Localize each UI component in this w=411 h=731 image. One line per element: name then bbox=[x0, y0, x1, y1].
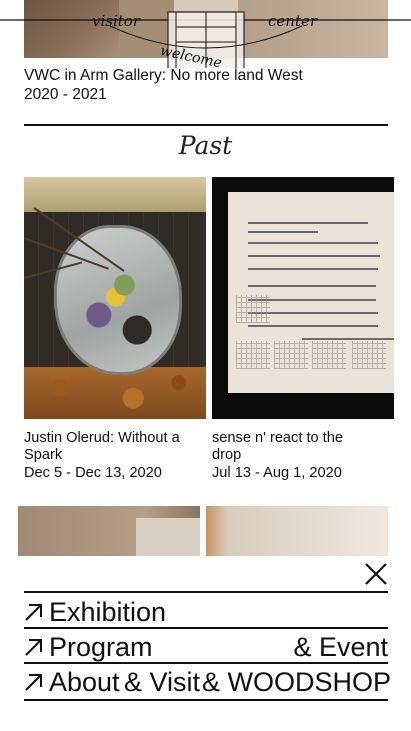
menu-item-exhibition[interactable]: Exhibition bbox=[24, 595, 388, 629]
site-logo[interactable]: visitor center welcome bbox=[0, 0, 411, 68]
exhibition-dates: Jul 13 - Aug 1, 2020 bbox=[212, 465, 342, 481]
exhibition-thumbnail[interactable] bbox=[24, 177, 206, 419]
arrow-up-right-icon bbox=[25, 604, 42, 621]
current-exhibition-link[interactable]: VWC in Arm Gallery: No more land West 20… bbox=[24, 66, 388, 104]
exhibition-dates: Dec 5 - Dec 13, 2020 bbox=[24, 465, 162, 481]
section-heading: Past bbox=[178, 131, 233, 160]
current-exhibition-title: VWC in Arm Gallery: No more land West bbox=[24, 67, 303, 84]
exhibition-title-line: sense n' react to the bbox=[212, 430, 343, 446]
menu-divider bbox=[24, 591, 388, 593]
menu-item-extra-label: & Visit bbox=[124, 667, 201, 697]
exhibition-card[interactable]: Justin Olerud: Without a Spark Dec 5 - D… bbox=[24, 177, 206, 482]
exhibition-title: sense n' react to the drop bbox=[212, 430, 394, 464]
exhibition-title-line: Spark bbox=[24, 447, 63, 463]
menu-divider bbox=[24, 627, 388, 629]
exhibition-title: Justin Olerud: Without a Spark bbox=[24, 430, 206, 464]
menu-divider bbox=[24, 662, 388, 664]
current-exhibition-dates: 2020 - 2021 bbox=[24, 86, 107, 103]
logo-text-right: center bbox=[268, 12, 318, 30]
menu-divider bbox=[24, 699, 388, 701]
exhibition-thumbnail[interactable] bbox=[18, 506, 200, 556]
exhibition-thumbnail[interactable] bbox=[206, 506, 388, 556]
arrow-up-right-icon bbox=[25, 674, 42, 691]
exhibition-title-line: drop bbox=[212, 447, 242, 463]
close-icon[interactable] bbox=[364, 562, 388, 586]
exhibition-title-line: Justin Olerud: Without a bbox=[24, 430, 180, 446]
arrow-up-right-icon bbox=[25, 639, 42, 656]
page: visitor center welcome VWC in Arm Galler… bbox=[0, 0, 411, 731]
logo-text-left: visitor bbox=[92, 12, 141, 30]
section-divider bbox=[24, 124, 388, 126]
menu-item-extra-label: & Event bbox=[293, 632, 388, 662]
menu-item-about[interactable]: About & Visit & WOODSHOP bbox=[24, 665, 392, 699]
exhibition-card[interactable]: sense n' react to the drop Jul 13 - Aug … bbox=[212, 177, 394, 482]
menu-item-program[interactable]: Program & Event bbox=[24, 630, 388, 664]
exhibition-thumbnail[interactable] bbox=[212, 177, 394, 419]
menu-item-extra-label: & WOODSHOP bbox=[202, 667, 392, 697]
menu-item-label: Exhibition bbox=[49, 597, 167, 627]
menu-item-label: About bbox=[49, 667, 120, 697]
menu-item-label: Program bbox=[49, 632, 153, 662]
